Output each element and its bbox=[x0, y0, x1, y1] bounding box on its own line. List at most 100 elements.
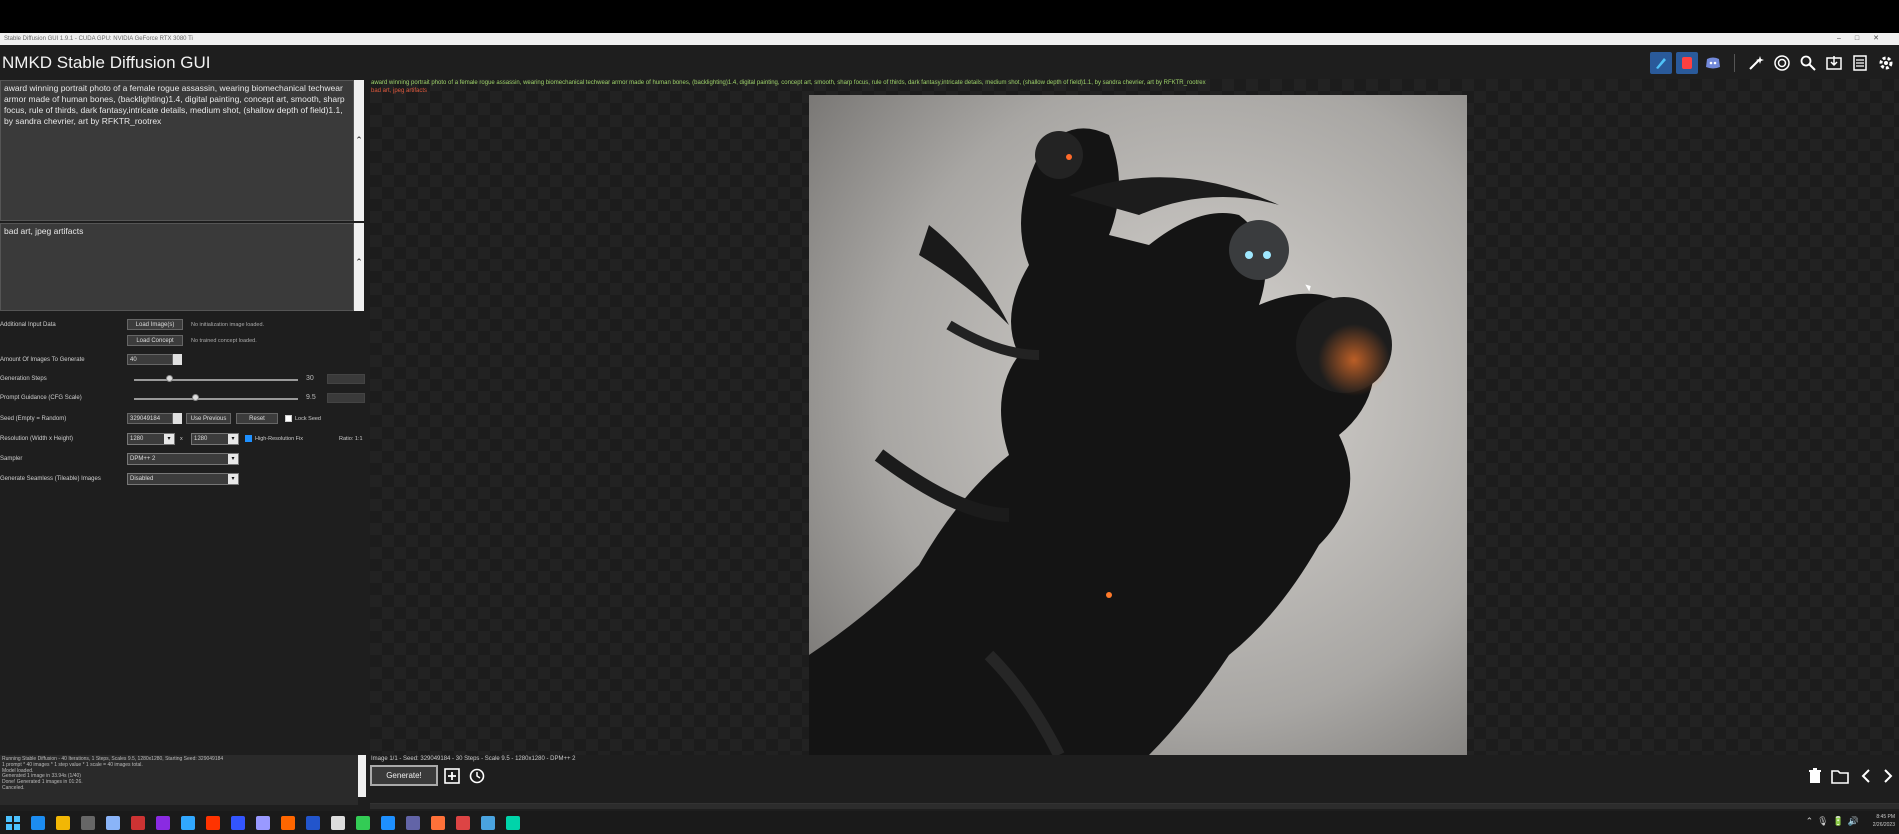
clock-time: 8:45 PM bbox=[1876, 814, 1895, 820]
taskbar-app-icon[interactable] bbox=[131, 815, 145, 830]
target-icon[interactable] bbox=[1771, 52, 1793, 74]
scroll-up-icon[interactable]: ⌃ bbox=[355, 257, 363, 311]
gear-icon[interactable] bbox=[1875, 52, 1897, 74]
chevron-left-icon[interactable] bbox=[1857, 767, 1875, 785]
generated-image[interactable] bbox=[809, 95, 1467, 755]
taskbar-app-icon[interactable] bbox=[56, 815, 70, 830]
guidance-label: Prompt Guidance (CFG Scale) bbox=[0, 395, 82, 401]
taskbar-app-icon[interactable] bbox=[481, 815, 495, 830]
folder-icon[interactable] bbox=[1831, 767, 1849, 785]
reset-button[interactable]: Reset bbox=[236, 413, 278, 424]
history-icon[interactable] bbox=[468, 767, 486, 785]
negative-prompt-input[interactable]: bad art, jpeg artifacts bbox=[0, 223, 354, 311]
image-info-text: Image 1/1 - Seed: 329049184 - 30 Steps -… bbox=[371, 756, 576, 762]
screen-top-margin bbox=[0, 0, 1899, 33]
taskbar-app-icon[interactable] bbox=[31, 815, 45, 830]
chevron-right-icon[interactable] bbox=[1879, 767, 1897, 785]
taskbar-app-icon[interactable] bbox=[381, 815, 395, 830]
toolbar bbox=[1648, 51, 1899, 75]
height-value: 1280 bbox=[194, 436, 208, 442]
bottom-bar: Running Stable Diffusion - 40 Iterations… bbox=[0, 755, 1899, 811]
magic-wand-icon[interactable] bbox=[1745, 52, 1767, 74]
window-title-text: Stable Diffusion GUI 1.9.1 - CUDA GPU: N… bbox=[4, 36, 193, 42]
steps-label: Generation Steps bbox=[0, 376, 47, 382]
sampler-value: DPM++ 2 bbox=[130, 456, 156, 462]
taskbar-app-icon[interactable] bbox=[156, 815, 170, 830]
load-images-button[interactable]: Load Image(s) bbox=[127, 319, 183, 330]
taskbar-app-icon[interactable] bbox=[231, 815, 245, 830]
taskbar-app-icon[interactable] bbox=[406, 815, 420, 830]
generate-button[interactable]: Generate! bbox=[370, 765, 438, 786]
taskbar: ⌃🎙🔋🔊 8:45 PM 2/26/2023 bbox=[0, 811, 1899, 834]
taskbar-app-icon[interactable] bbox=[331, 815, 345, 830]
amount-spinner[interactable] bbox=[173, 354, 182, 365]
lock-seed-checkbox[interactable] bbox=[285, 415, 292, 422]
guidance-value-box[interactable] bbox=[327, 393, 365, 403]
height-dropdown[interactable]: 1280 ▾ bbox=[191, 433, 239, 445]
toolbar-divider bbox=[1734, 54, 1735, 72]
width-dropdown[interactable]: 1280 ▾ bbox=[127, 433, 175, 445]
taskbar-app-icon[interactable] bbox=[81, 815, 95, 830]
seed-input[interactable]: 329049184 bbox=[127, 413, 173, 424]
guidance-value: 9.5 bbox=[306, 394, 316, 401]
negative-prompt-scrollbar[interactable]: ⌃ bbox=[354, 223, 364, 311]
record-icon[interactable] bbox=[1676, 52, 1698, 74]
image-viewer[interactable]: award winning portrait photo of a female… bbox=[370, 79, 1899, 755]
scroll-up-icon[interactable]: ⌃ bbox=[355, 135, 363, 221]
taskbar-app-icon[interactable] bbox=[106, 815, 120, 830]
taskbar-app-icon[interactable] bbox=[431, 815, 445, 830]
seed-label: Seed (Empty = Random) bbox=[0, 416, 67, 422]
trash-icon[interactable] bbox=[1806, 767, 1824, 785]
taskbar-app-icon[interactable] bbox=[206, 815, 220, 830]
list-icon[interactable] bbox=[1849, 52, 1871, 74]
use-previous-button[interactable]: Use Previous bbox=[186, 413, 231, 424]
add-icon[interactable] bbox=[443, 767, 461, 785]
download-icon[interactable] bbox=[1823, 52, 1845, 74]
clock-date: 2/26/2023 bbox=[1872, 822, 1895, 828]
sampler-label: Sampler bbox=[0, 456, 23, 462]
taskbar-app-icon[interactable] bbox=[456, 815, 470, 830]
taskbar-app-icon[interactable] bbox=[506, 815, 520, 830]
progress-bar bbox=[370, 803, 1899, 809]
resolution-x-label: x bbox=[180, 436, 183, 442]
taskbar-app-icon[interactable] bbox=[256, 815, 270, 830]
guidance-slider-track[interactable] bbox=[134, 398, 298, 400]
additional-input-label: Additional Input Data bbox=[0, 322, 56, 328]
sampler-dropdown[interactable]: DPM++ 2 ▾ bbox=[127, 453, 239, 465]
start-icon[interactable] bbox=[6, 815, 20, 830]
system-tray-icons[interactable]: ⌃🎙🔋🔊 bbox=[1806, 816, 1863, 827]
resolution-label: Resolution (Width x Height) bbox=[0, 436, 74, 442]
log-scrollbar[interactable] bbox=[358, 755, 366, 797]
output-prompt-text: award winning portrait photo of a female… bbox=[371, 80, 1206, 86]
steps-slider-track[interactable] bbox=[134, 379, 298, 381]
search-icon[interactable] bbox=[1797, 52, 1819, 74]
width-value: 1280 bbox=[130, 436, 144, 442]
lock-seed-label: Lock Seed bbox=[295, 416, 321, 422]
prompt-input[interactable]: award winning portrait photo of a female… bbox=[0, 80, 354, 221]
ratio-text: Ratio: 1:1 bbox=[339, 436, 363, 442]
taskbar-app-icon[interactable] bbox=[356, 815, 370, 830]
window-controls[interactable]: –□✕ bbox=[1837, 33, 1893, 45]
taskbar-app-icon[interactable] bbox=[306, 815, 320, 830]
hires-fix-checkbox[interactable] bbox=[245, 435, 252, 442]
prompt-scrollbar[interactable]: ⌃ bbox=[354, 80, 364, 221]
paint-brush-icon[interactable] bbox=[1650, 52, 1672, 74]
log-panel: Running Stable Diffusion - 40 Iterations… bbox=[0, 755, 358, 805]
clock[interactable]: 8:45 PM 2/26/2023 bbox=[1873, 813, 1895, 829]
steps-value-box[interactable] bbox=[327, 374, 365, 384]
app-title: NMKD Stable Diffusion GUI bbox=[2, 53, 211, 72]
generated-image-art bbox=[809, 95, 1467, 755]
no-init-image-text: No initialization image loaded. bbox=[191, 322, 265, 328]
seed-spinner[interactable] bbox=[173, 413, 182, 424]
output-negative-text: bad art, jpeg artifacts bbox=[371, 88, 428, 94]
chevron-down-icon: ▾ bbox=[228, 474, 238, 484]
taskbar-app-icon[interactable] bbox=[181, 815, 195, 830]
chevron-down-icon: ▾ bbox=[228, 434, 238, 444]
amount-input[interactable]: 40 bbox=[127, 354, 173, 365]
discord-icon[interactable] bbox=[1702, 52, 1724, 74]
log-line: Canceled. bbox=[2, 784, 25, 791]
taskbar-app-icon[interactable] bbox=[281, 815, 295, 830]
seamless-dropdown[interactable]: Disabled ▾ bbox=[127, 473, 239, 485]
load-concept-button[interactable]: Load Concept bbox=[127, 335, 183, 346]
chevron-down-icon: ▾ bbox=[164, 434, 174, 444]
